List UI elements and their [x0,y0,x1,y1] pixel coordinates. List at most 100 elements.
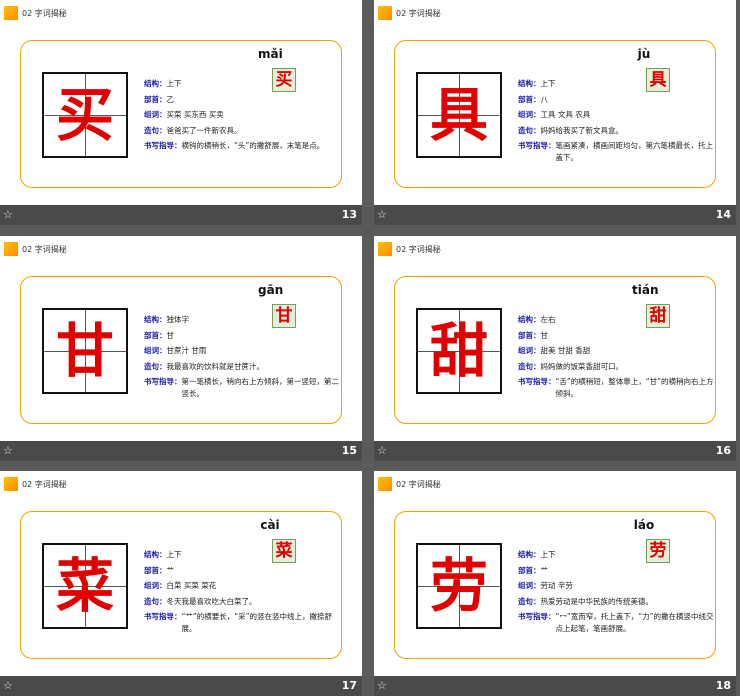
radical-value: 艹 [166,565,175,575]
tianzi-grid: 买 [42,72,128,158]
slide-thumbnail-14[interactable]: 02 字词揭秘 具 jù 具 结构：上下 部首：八 组词：工具 文具 农具 造句… [374,0,736,225]
radical-label: 部首： [518,94,541,104]
tianzi-grid: 甜 [416,308,502,394]
guide-label: 书写指导： [518,377,556,386]
words-value: 甜美 甘甜 香甜 [540,346,591,355]
section-icon [4,6,18,20]
slide-thumbnail-15[interactable]: 02 字词揭秘 甘 gān 甘 结构：独体字 部首：甘 组词：甘蔗汁 甘雨 造句… [0,236,362,461]
sentence-label: 造句： [144,596,167,606]
tianzi-grid: 劳 [416,543,502,629]
guide-value: “冖”宽而窄，托上盖下，“力”的撇在横竖中线交点上起笔，笔画舒展。 [555,612,714,633]
structure-value: 上下 [540,79,556,88]
radical-label: 部首： [144,94,167,104]
pinyin: láo [633,518,655,532]
structure-value: 左右 [540,315,556,324]
slide-number: 13 [341,208,357,221]
star-icon[interactable]: ☆ [3,444,13,457]
slide-number: 16 [715,444,731,457]
tianzi-grid: 具 [416,72,502,158]
structure-label: 结构： [518,550,541,559]
sentence-label: 造句： [518,361,541,371]
big-character: 菜 [55,552,114,620]
words-label: 组词： [144,581,167,590]
radical-value: 乙 [166,94,175,104]
words-label: 组词： [518,581,541,590]
character-info: 结构：上下 部首：乙 组词：买菜 买东西 买卖 造句：爸爸买了一件新农具。 书写… [144,76,344,152]
slide-thumbnail-18[interactable]: 02 字词揭秘 劳 láo 劳 结构：上下 部首：艹 组词：劳动 辛劳 造句：热… [374,471,736,696]
section-icon [4,477,18,491]
sentence-value: 妈妈做的饭菜香甜可口。 [540,361,624,371]
slide-footer: ☆ 14 [374,205,736,225]
guide-value: 笔画紧凑，横画间距均匀，第六笔横最长，托上盖下。 [555,141,714,162]
guide-label: 书写指导： [144,377,182,386]
slide-footer: ☆ 16 [374,441,736,461]
guide-value: 第一笔横长，稍向右上方倾斜，第一竖短，第二竖长。 [181,377,340,398]
slide-canvas: 02 字词揭秘 具 jù 具 结构：上下 部首：八 组词：工具 文具 农具 造句… [374,0,736,205]
character-info: 结构：左右 部首：甘 组词：甜美 甘甜 香甜 造句：妈妈做的饭菜香甜可口。 书写… [518,312,718,400]
character-info: 结构：上下 部首：艹 组词：劳动 辛劳 造句：热爱劳动是中华民族的传统美德。 书… [518,547,718,635]
slide-footer: ☆ 18 [374,676,736,696]
slide-footer: ☆ 17 [0,676,362,696]
guide-label: 书写指导： [144,141,182,150]
slide-thumbnail-17[interactable]: 02 字词揭秘 菜 cài 菜 结构：上下 部首：艹 组词：白菜 买菜 菜花 造… [0,471,362,696]
slide-number: 18 [715,679,731,692]
sentence-label: 造句： [144,361,167,371]
structure-label: 结构： [144,315,167,324]
structure-label: 结构： [144,79,167,88]
section-title: 02 字词揭秘 [396,9,441,18]
section-icon [378,477,392,491]
character-info: 结构：上下 部首：八 组词：工具 文具 农具 造句：妈妈给我买了新文具盒。 书写… [518,76,718,164]
star-icon[interactable]: ☆ [377,208,387,221]
radical-value: 甘 [166,330,175,340]
guide-value: “舌”的横稍短，整体靠上，“甘”的横稍向右上方倾斜。 [555,377,714,398]
pinyin: jù [637,47,651,61]
radical-label: 部首： [518,565,541,575]
slide-number: 14 [715,208,731,221]
words-label: 组词： [144,346,167,355]
words-value: 劳动 辛劳 [540,581,573,590]
slide-canvas: 02 字词揭秘 菜 cài 菜 结构：上下 部首：艹 组词：白菜 买菜 菜花 造… [0,471,362,676]
star-icon[interactable]: ☆ [377,444,387,457]
guide-value: 横钩的横稍长，“头”的撇舒展，末笔是点。 [181,141,325,150]
words-value: 工具 文具 农具 [540,110,591,119]
star-icon[interactable]: ☆ [377,679,387,692]
section-title: 02 字词揭秘 [22,9,67,18]
character-info: 结构：上下 部首：艹 组词：白菜 买菜 菜花 造句：冬天我最喜欢吃大白菜了。 书… [144,547,344,635]
words-value: 白菜 买菜 菜花 [166,581,217,590]
sentence-value: 我最喜欢的饮料就是甘蔗汁。 [166,361,265,371]
slide-footer: ☆ 13 [0,205,362,225]
structure-label: 结构： [518,315,541,324]
big-character: 买 [55,81,114,149]
section-title: 02 字词揭秘 [396,480,441,489]
structure-value: 独体字 [166,315,190,324]
words-label: 组词： [144,110,167,119]
slide-footer: ☆ 15 [0,441,362,461]
tianzi-grid: 甘 [42,308,128,394]
slide-canvas: 02 字词揭秘 甘 gān 甘 结构：独体字 部首：甘 组词：甘蔗汁 甘雨 造句… [0,236,362,441]
structure-label: 结构： [144,550,167,559]
radical-value: 甘 [540,330,549,340]
radical-label: 部首： [518,330,541,340]
pinyin: cài [260,518,280,532]
sentence-value: 妈妈给我买了新文具盒。 [540,125,624,135]
slide-thumbnail-16[interactable]: 02 字词揭秘 甜 tián 甜 结构：左右 部首：甘 组词：甜美 甘甜 香甜 … [374,236,736,461]
words-value: 买菜 买东西 买卖 [166,110,224,119]
pinyin: gān [258,283,284,297]
star-icon[interactable]: ☆ [3,679,13,692]
sentence-value: 冬天我最喜欢吃大白菜了。 [166,596,257,606]
guide-label: 书写指导： [144,612,182,621]
star-icon[interactable]: ☆ [3,208,13,221]
section-title: 02 字词揭秘 [22,245,67,254]
big-character: 甘 [55,317,114,385]
tianzi-grid: 菜 [42,543,128,629]
words-label: 组词： [518,346,541,355]
section-icon [378,6,392,20]
radical-value: 八 [540,94,549,104]
slide-canvas: 02 字词揭秘 劳 láo 劳 结构：上下 部首：艹 组词：劳动 辛劳 造句：热… [374,471,736,676]
big-character: 甜 [429,317,488,385]
radical-label: 部首： [144,565,167,575]
guide-label: 书写指导： [518,612,556,621]
section-title: 02 字词揭秘 [396,245,441,254]
slide-thumbnail-13[interactable]: 02 字词揭秘 买 mǎi 买 结构：上下 部首：乙 组词：买菜 买东西 买卖 … [0,0,362,225]
slide-number: 15 [341,444,357,457]
